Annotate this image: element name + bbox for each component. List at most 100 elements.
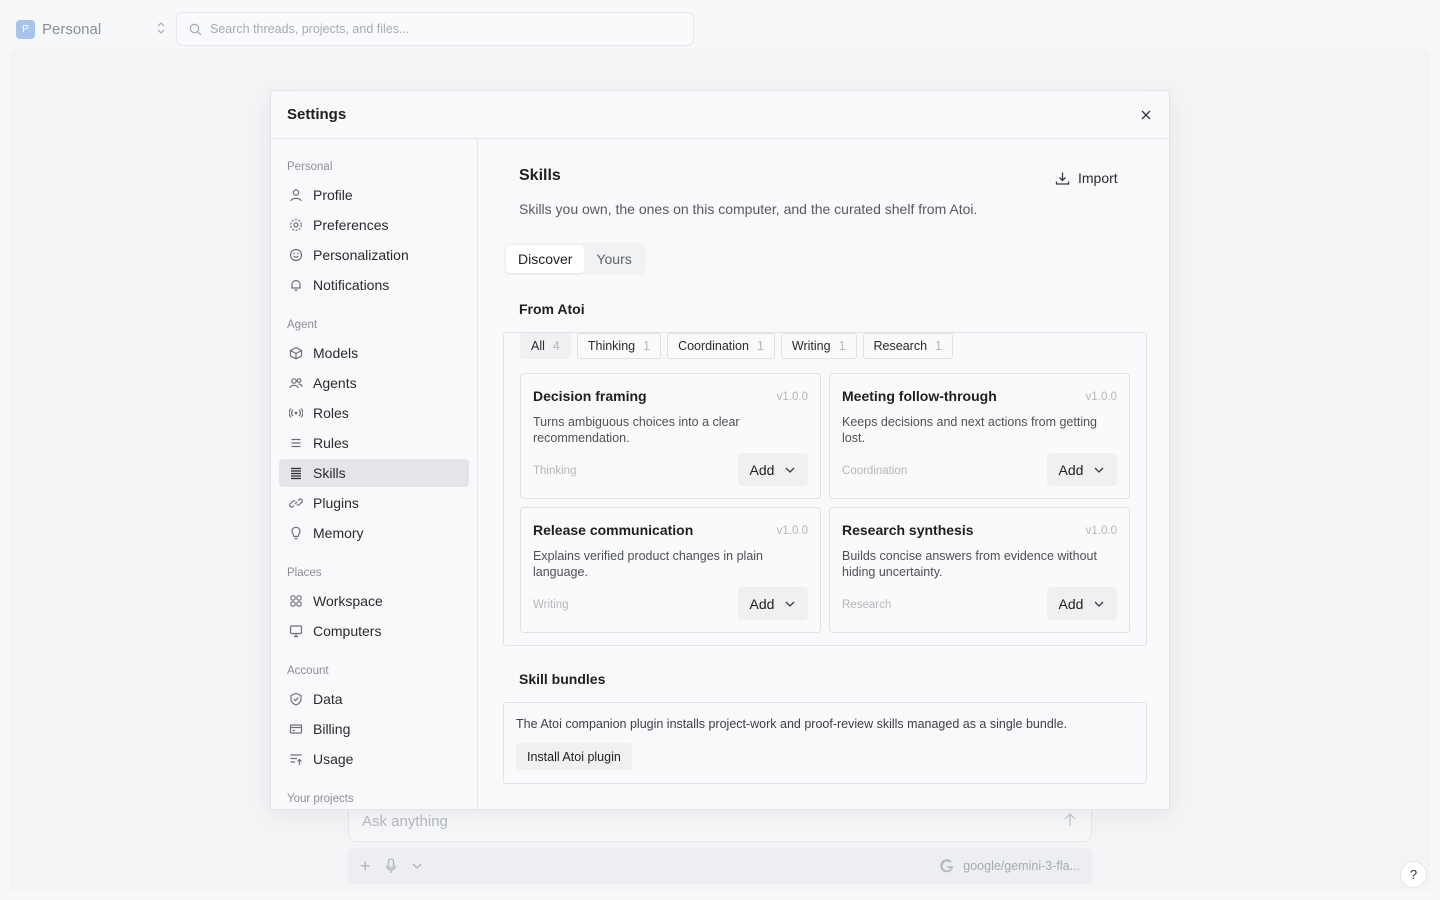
tab-yours[interactable]: Yours	[584, 245, 643, 273]
install-plugin-button[interactable]: Install Atoi plugin	[516, 743, 632, 770]
download-icon	[1055, 172, 1070, 185]
filter-chip-thinking[interactable]: Thinking 1	[576, 333, 662, 359]
sidebar-item-profile[interactable]: Profile	[279, 181, 469, 209]
microphone-icon[interactable]	[385, 858, 397, 874]
skill-description: Turns ambiguous choices into a clear rec…	[533, 415, 740, 445]
filter-count: 1	[643, 339, 651, 353]
close-icon[interactable]	[1139, 108, 1153, 122]
sidebar-item-models[interactable]: Models	[279, 339, 469, 367]
filter-label: All	[531, 339, 545, 353]
sidebar-item-label: Memory	[313, 525, 364, 541]
sidebar-item-skills[interactable]: Skills	[279, 459, 469, 487]
page-title: Skills	[519, 167, 561, 184]
search-input[interactable]: Search threads, projects, and files...	[176, 12, 694, 46]
composer-toolbar: + google/gemini-3-fla...	[348, 848, 1092, 884]
sidebar-item-computers[interactable]: Computers	[279, 617, 469, 645]
chevron-down-icon	[785, 601, 795, 607]
sidebar-item-data[interactable]: Data	[279, 685, 469, 713]
sidebar-item-roles[interactable]: Roles	[279, 399, 469, 427]
bundle-panel: The Atoi companion plugin installs proje…	[503, 702, 1147, 784]
import-button[interactable]: Import	[1055, 170, 1118, 186]
workspace-switcher[interactable]: P Personal	[16, 19, 168, 39]
model-selector[interactable]: google/gemini-3-fla...	[939, 858, 1080, 874]
composer-placeholder: Ask anything	[362, 813, 448, 830]
sidebar-item-personalization[interactable]: Personalization	[279, 241, 469, 269]
filter-count: 1	[935, 339, 942, 353]
skill-category: Writing	[533, 599, 569, 611]
gear-icon	[289, 218, 303, 232]
shield-check-icon	[289, 692, 303, 706]
sidebar-item-label: Computers	[313, 623, 382, 639]
send-arrow-icon[interactable]	[1063, 812, 1077, 828]
filter-label: Research	[873, 339, 928, 353]
add-skill-button[interactable]: Add	[1047, 453, 1117, 486]
sidebar-item-notifications[interactable]: Notifications	[279, 271, 469, 299]
workspace-name: Personal	[42, 20, 102, 38]
google-logo-icon	[940, 859, 954, 873]
bundle-description: The Atoi companion plugin installs proje…	[516, 717, 1067, 731]
cube-icon	[289, 346, 303, 360]
sidebar-item-rules[interactable]: Rules	[279, 429, 469, 457]
sidebar-item-agents[interactable]: Agents	[279, 369, 469, 397]
link-icon	[289, 496, 303, 510]
sidebar-item-label: Workspace	[313, 593, 383, 609]
skill-category: Research	[842, 599, 892, 611]
bell-icon	[289, 278, 303, 292]
skill-category: Thinking	[533, 465, 577, 477]
settings-sidebar: Personal Profile Preferences Personaliza…	[271, 139, 478, 809]
skill-card: Research synthesis v1.0.0 Builds concise…	[829, 507, 1130, 633]
usage-icon	[289, 752, 303, 766]
tab-discover[interactable]: Discover	[506, 245, 585, 273]
filter-chip-all[interactable]: All 4	[520, 333, 571, 359]
sidebar-item-label: Billing	[313, 721, 351, 737]
filter-count: 1	[756, 339, 764, 353]
chevron-down-icon	[785, 467, 795, 473]
sidebar-item-usage[interactable]: Usage	[279, 745, 469, 773]
skill-title: Research synthesis	[842, 522, 974, 538]
sidebar-item-memory[interactable]: Memory	[279, 519, 469, 547]
nav-section-agent: Agent	[287, 319, 318, 331]
filter-label: Writing	[791, 339, 831, 353]
users-icon	[289, 376, 303, 390]
category-filters: All 4 Thinking 1 Coordination 1 Writing 1 Re…	[520, 333, 959, 359]
sidebar-item-billing[interactable]: Billing	[279, 715, 469, 743]
skill-version: v1.0.0	[1085, 525, 1117, 537]
sidebar-item-label: Agents	[313, 375, 357, 391]
sidebar-item-label: Skills	[313, 465, 346, 481]
chevron-updown-icon	[157, 22, 165, 34]
sidebar-item-label: Notifications	[313, 277, 390, 293]
skill-version: v1.0.0	[776, 525, 808, 537]
skill-version: v1.0.0	[776, 391, 808, 403]
search-icon	[189, 23, 202, 35]
plus-icon[interactable]: +	[360, 857, 371, 875]
skills-panel: All 4 Thinking 1 Coordination 1 Writing 1 Re…	[503, 332, 1147, 646]
filter-count: 1	[838, 339, 846, 353]
sidebar-item-workspace[interactable]: Workspace	[279, 587, 469, 615]
sidebar-item-label: Data	[313, 691, 343, 707]
add-skill-button[interactable]: Add	[738, 587, 808, 620]
skill-description: Keeps decisions and next actions from ge…	[842, 415, 1098, 445]
skill-title: Release communication	[533, 522, 694, 538]
skill-card: Release communication v1.0.0 Explains ve…	[520, 507, 821, 633]
filter-count: 4	[552, 339, 560, 353]
help-button[interactable]: ?	[1400, 861, 1427, 888]
add-skill-button[interactable]: Add	[738, 453, 808, 486]
filter-label: Thinking	[587, 339, 636, 353]
add-skill-button[interactable]: Add	[1047, 587, 1117, 620]
filter-chip-research[interactable]: Research 1	[862, 333, 953, 359]
nav-section-account: Account	[287, 665, 329, 677]
filter-chip-writing[interactable]: Writing 1	[780, 333, 857, 359]
sidebar-item-preferences[interactable]: Preferences	[279, 211, 469, 239]
smile-icon	[289, 248, 303, 262]
section-title-from-atoi: From Atoi	[519, 301, 585, 317]
chevron-down-icon[interactable]	[411, 860, 423, 872]
skills-tabs: Discover Yours	[504, 243, 646, 275]
import-label: Import	[1078, 170, 1118, 186]
filter-chip-coordination[interactable]: Coordination 1	[667, 333, 775, 359]
sidebar-item-plugins[interactable]: Plugins	[279, 489, 469, 517]
sidebar-item-label: Profile	[313, 187, 353, 203]
add-label: Add	[749, 461, 775, 478]
sidebar-item-label: Personalization	[313, 247, 409, 263]
skills-content: Skills Import Skills you own, the ones o…	[479, 139, 1169, 809]
sidebar-item-label: Preferences	[313, 217, 389, 233]
